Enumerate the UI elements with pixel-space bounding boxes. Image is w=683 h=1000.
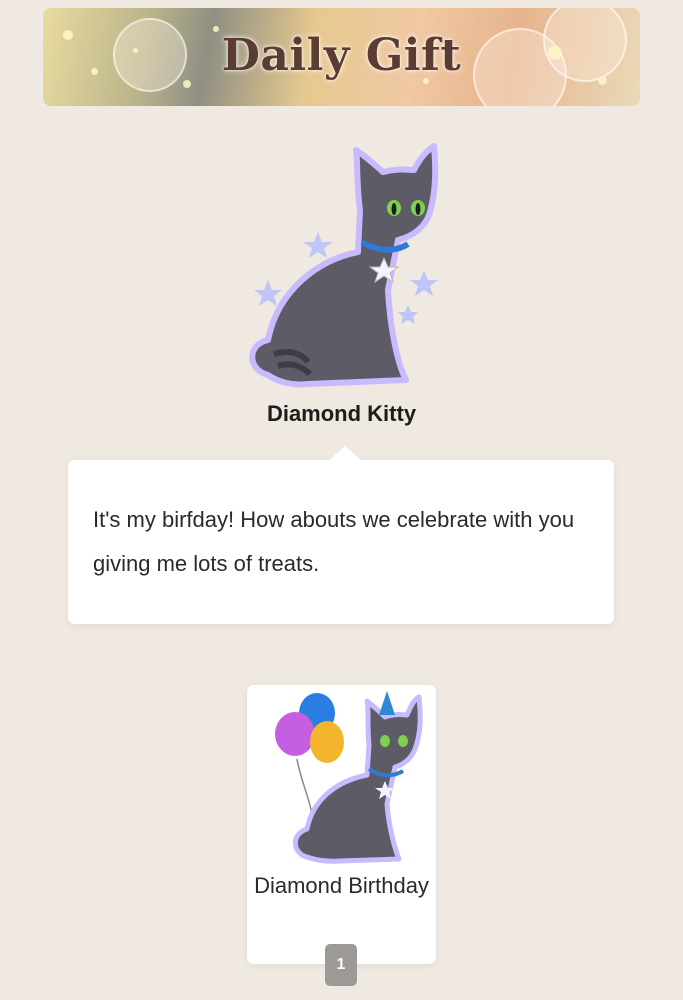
speech-bubble: It's my birfday! How abouts we celebrate…: [68, 446, 614, 624]
page-title: Daily Gift: [221, 30, 462, 81]
sparkle: [183, 80, 191, 88]
diamond-kitty-icon: [249, 143, 439, 388]
pet-name: Diamond Kitty: [266, 401, 417, 426]
diamond-birthday-kitty-icon: [275, 691, 423, 864]
quantity-badge: 1: [325, 944, 357, 986]
pet-message: It's my birfday! How abouts we celebrate…: [93, 507, 575, 576]
gift-name: Diamond Birthday: [254, 873, 429, 898]
daily-gift-banner: Daily Gift: [43, 8, 640, 106]
gift-card[interactable]: Diamond Birthday: [247, 685, 436, 964]
